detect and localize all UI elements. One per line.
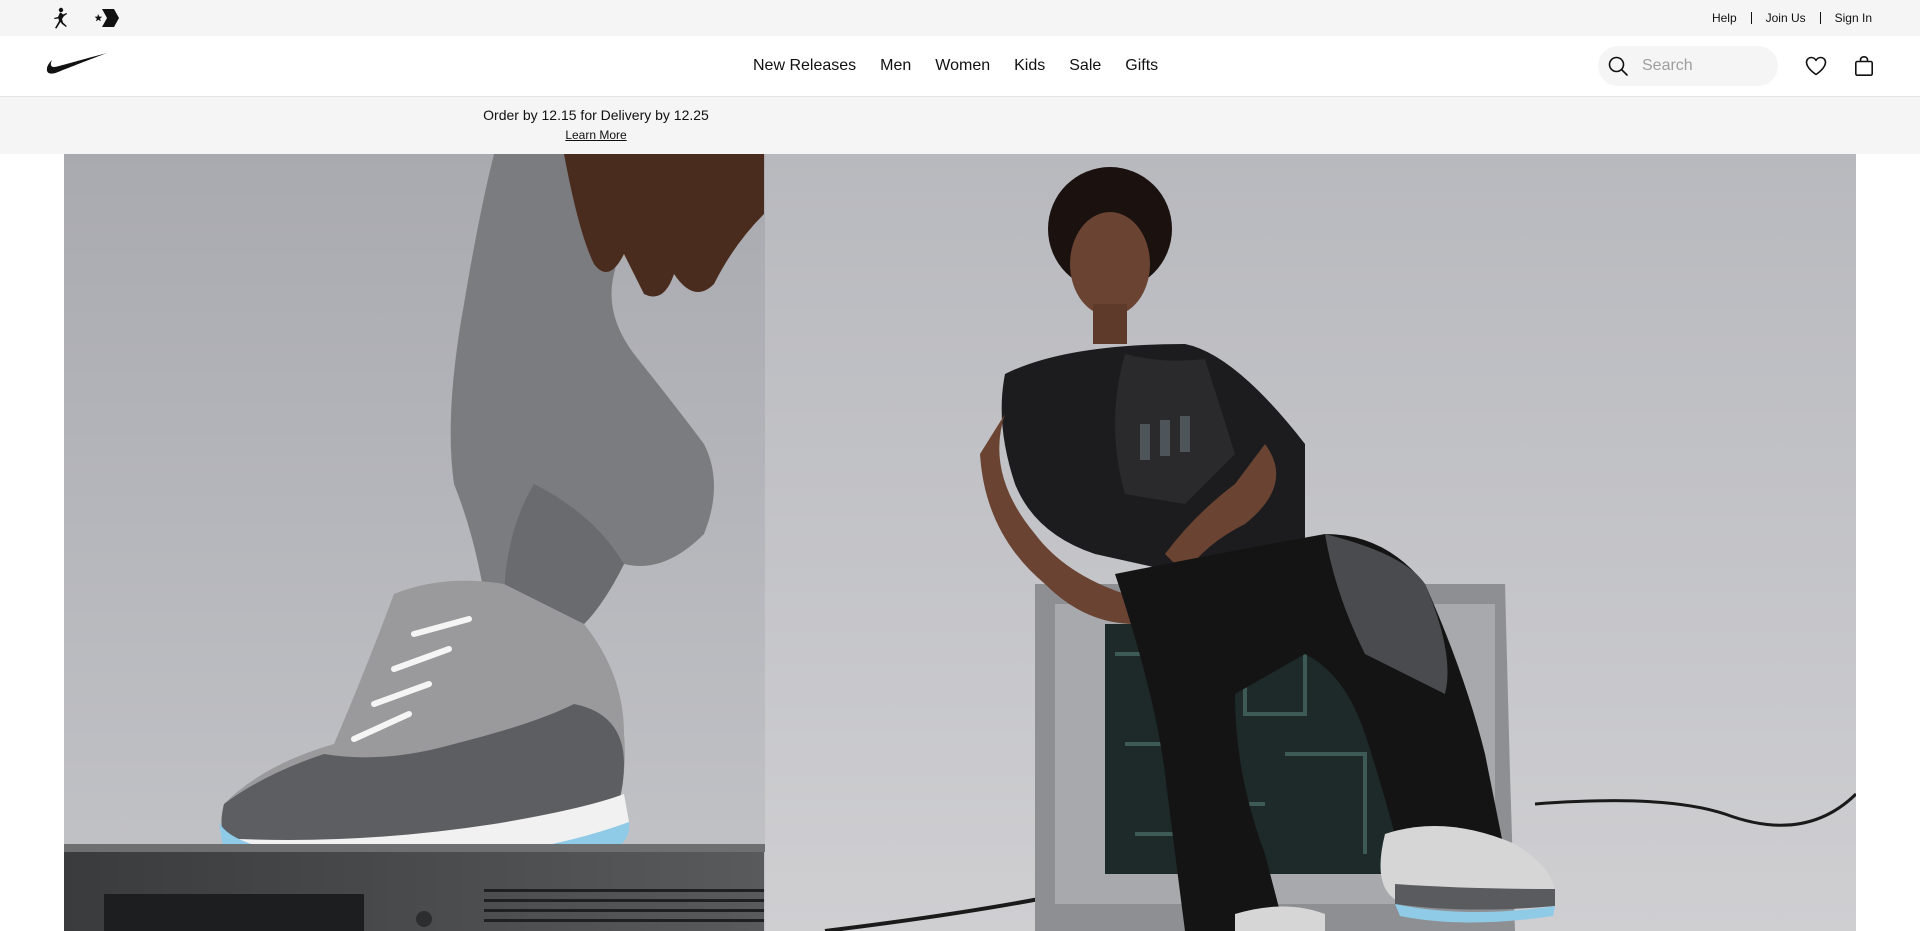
divider <box>1750 12 1752 24</box>
nav-men[interactable]: Men <box>868 36 923 96</box>
nav-kids[interactable]: Kids <box>1002 36 1057 96</box>
heart-icon[interactable] <box>1796 46 1836 86</box>
jordan-icon[interactable] <box>47 6 73 30</box>
divider <box>1819 12 1821 24</box>
sneaker-on-tv-image[interactable] <box>64 154 765 931</box>
bag-icon[interactable] <box>1844 46 1884 86</box>
hero[interactable] <box>64 154 1856 931</box>
search-box <box>1598 46 1778 86</box>
nike-swoosh-logo[interactable] <box>46 52 108 76</box>
promo-content: Order by 12.15 for Delivery by 12.25 Lea… <box>396 105 796 144</box>
search-input[interactable] <box>1642 57 1762 75</box>
model-sitting-on-tv-image[interactable] <box>765 154 1856 931</box>
nav-sale[interactable]: Sale <box>1057 36 1113 96</box>
utility-bar: Help Join Us Sign In <box>0 0 1920 36</box>
converse-icon[interactable] <box>94 6 120 30</box>
promo-banner: Order by 12.15 for Delivery by 12.25 Lea… <box>0 96 1920 154</box>
utility-links: Help Join Us Sign In <box>1712 0 1872 36</box>
join-us-link[interactable]: Join Us <box>1766 11 1806 25</box>
nav-women[interactable]: Women <box>923 36 1002 96</box>
search-icon[interactable] <box>1598 46 1638 86</box>
nav-gifts[interactable]: Gifts <box>1113 36 1170 96</box>
promo-text: Order by 12.15 for Delivery by 12.25 <box>483 107 709 123</box>
sign-in-link[interactable]: Sign In <box>1835 11 1872 25</box>
main-nav: New Releases Men Women Kids Sale Gifts <box>0 36 1920 96</box>
primary-nav: New Releases Men Women Kids Sale Gifts <box>753 36 1170 96</box>
help-link[interactable]: Help <box>1712 11 1737 25</box>
learn-more-link[interactable]: Learn More <box>565 127 626 143</box>
nav-new-releases[interactable]: New Releases <box>753 36 868 96</box>
